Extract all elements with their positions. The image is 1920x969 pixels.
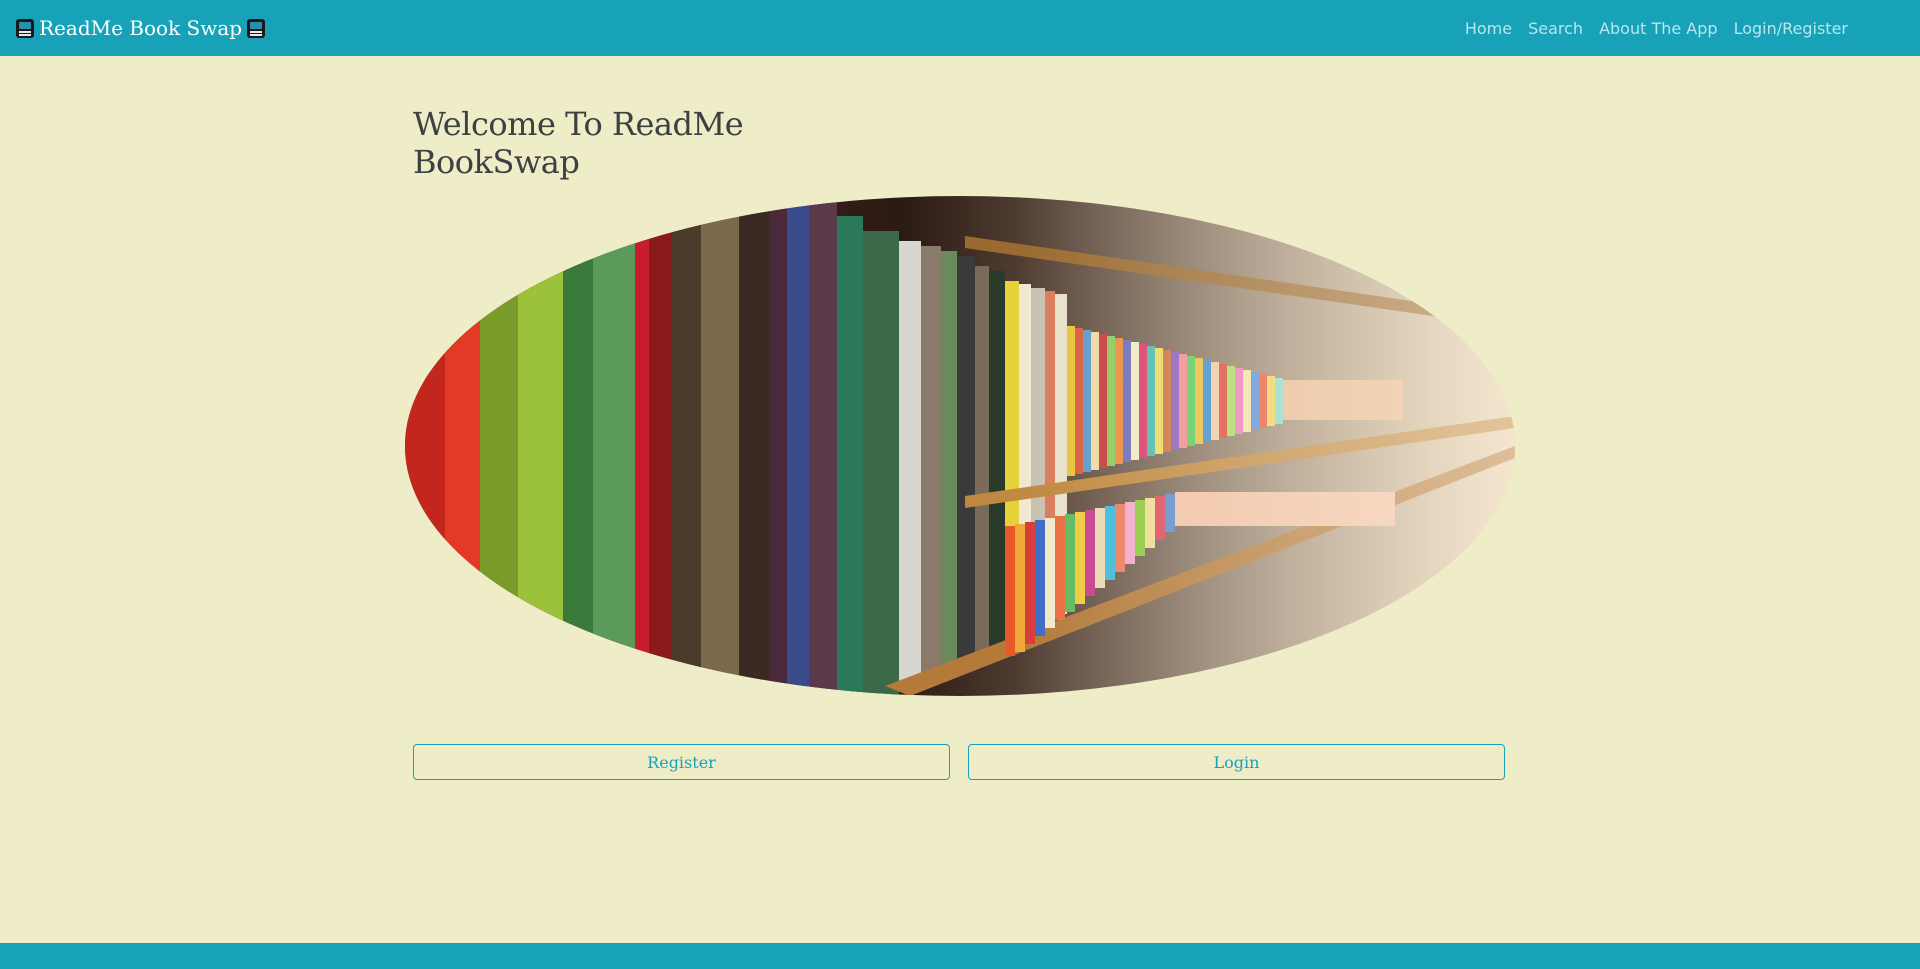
book-icon <box>246 18 266 39</box>
login-button[interactable]: Login <box>968 744 1505 780</box>
nav-link-search[interactable]: Search <box>1520 19 1591 38</box>
nav-link-login-register[interactable]: Login/Register <box>1726 19 1856 38</box>
navbar: ReadMe Book Swap Home Search About The A… <box>0 0 1920 56</box>
nav-link-home[interactable]: Home <box>1457 19 1520 38</box>
footer <box>0 943 1920 969</box>
nav-links: Home Search About The App Login/Register <box>1457 0 1856 56</box>
register-button[interactable]: Register <box>413 744 950 780</box>
brand-text: ReadMe Book Swap <box>39 16 243 40</box>
nav-link-about[interactable]: About The App <box>1591 19 1726 38</box>
page-title: Welcome To ReadMe BookSwap <box>413 105 744 181</box>
brand-link[interactable]: ReadMe Book Swap <box>15 0 266 56</box>
book-icon <box>15 18 35 39</box>
hero-image <box>405 196 1515 696</box>
